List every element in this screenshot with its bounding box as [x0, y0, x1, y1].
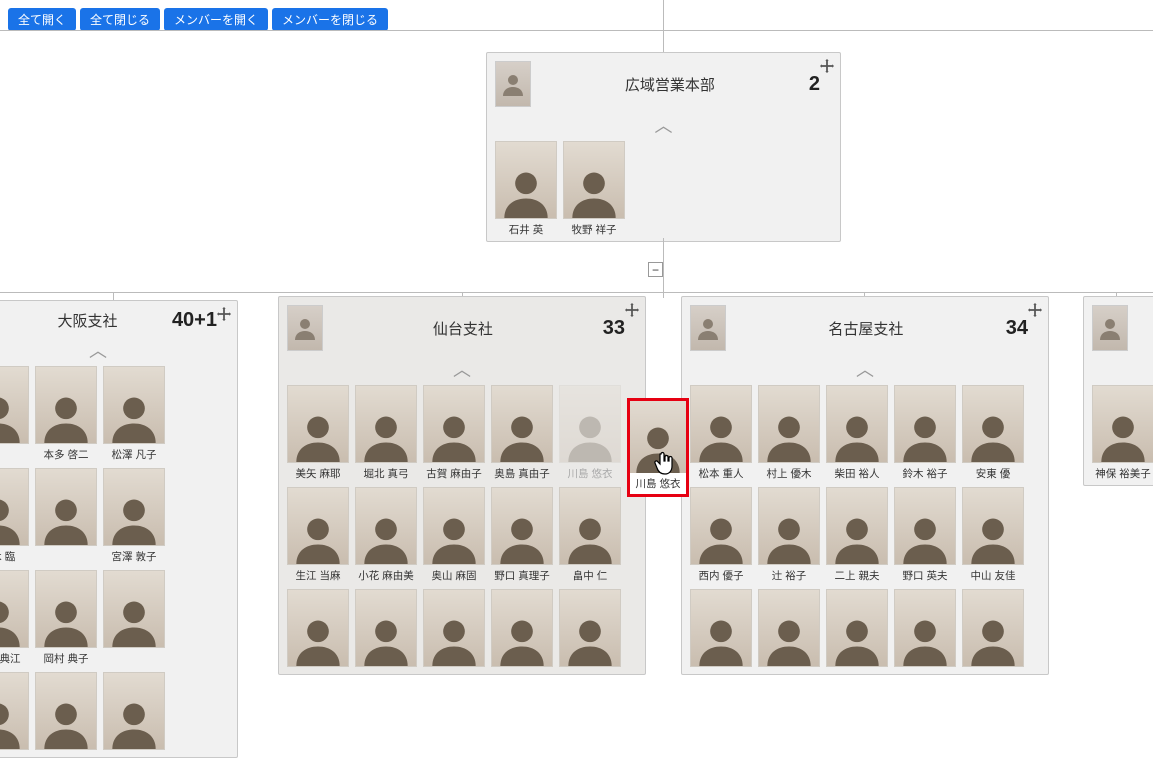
- member-name: 川島 悠衣: [630, 476, 686, 491]
- open-all-button[interactable]: 全て開く: [8, 8, 76, 31]
- member-item[interactable]: 鈴木 裕子: [894, 385, 956, 481]
- member-item[interactable]: 畠中 仁: [559, 487, 621, 583]
- member-item[interactable]: 石井 英: [495, 141, 557, 237]
- member-item[interactable]: 岡村 典子: [35, 570, 97, 666]
- member-item[interactable]: 小花 麻由美: [355, 487, 417, 583]
- org-title: 名古屋支社: [740, 318, 992, 339]
- member-item[interactable]: [0, 672, 29, 753]
- member-item[interactable]: 二上 親夫: [826, 487, 888, 583]
- members-grid: 石井 英 牧野 祥子: [495, 141, 832, 237]
- connector-line: [113, 292, 114, 300]
- collapse-members-icon[interactable]: ︿: [495, 117, 832, 135]
- connector-line: [663, 238, 664, 298]
- member-item[interactable]: [355, 589, 417, 670]
- member-item[interactable]: 辻 裕子: [758, 487, 820, 583]
- member-item[interactable]: 村上 優木: [758, 385, 820, 481]
- leader-photo[interactable]: [1092, 305, 1128, 351]
- member-item[interactable]: 美矢 麻耶: [287, 385, 349, 481]
- org-count: 34: [1006, 317, 1028, 340]
- member-item[interactable]: [962, 589, 1024, 670]
- leader-photo[interactable]: [495, 61, 531, 107]
- member-item[interactable]: [35, 672, 97, 753]
- org-card-osaka[interactable]: 大阪支社 40+1 ︿ 本多 啓二 松澤 凡子 鈴木 臨 宮澤 敦子 細谷 典江…: [0, 300, 238, 758]
- member-name: 牧野 祥子: [563, 222, 625, 237]
- leader-photo[interactable]: [690, 305, 726, 351]
- org-count: 2: [809, 73, 820, 96]
- drag-card[interactable]: 川島 悠衣: [627, 398, 689, 497]
- members-grid: 美矢 麻耶 堀北 真弓 古賀 麻由子 奥島 真由子 川島 悠衣 生江 当麻 小花…: [287, 385, 637, 670]
- member-item[interactable]: 奥山 麻固: [423, 487, 485, 583]
- members-grid: 本多 啓二 松澤 凡子 鈴木 臨 宮澤 敦子 細谷 典江 岡村 典子: [0, 366, 229, 753]
- org-title: 仙台支社: [337, 318, 589, 339]
- member-item[interactable]: 細谷 典江: [0, 570, 29, 666]
- member-item[interactable]: 鈴木 臨: [0, 468, 29, 564]
- member-photo: [630, 401, 686, 473]
- member-name: 石井 英: [495, 222, 557, 237]
- member-item[interactable]: 本多 啓二: [35, 366, 97, 462]
- leader-photo[interactable]: [287, 305, 323, 351]
- member-item[interactable]: 奥島 真由子: [491, 385, 553, 481]
- member-item[interactable]: 宮澤 敦子: [103, 468, 165, 564]
- org-title: 広域営業本部: [545, 74, 795, 95]
- top-divider: [0, 30, 1153, 31]
- org-card-nagoya[interactable]: 名古屋支社 34 ︿ 松本 重人 村上 優木 柴田 裕人 鈴木 裕子 安東 優 …: [681, 296, 1049, 675]
- collapse-members-icon[interactable]: ︿: [690, 361, 1040, 379]
- collapse-members-icon[interactable]: ︿: [1092, 361, 1153, 379]
- org-title: 大阪支社: [17, 310, 158, 331]
- collapse-members-icon[interactable]: ︿: [287, 361, 637, 379]
- member-item[interactable]: 西内 優子: [690, 487, 752, 583]
- collapse-members-icon[interactable]: ︿: [0, 342, 229, 360]
- members-grid: 神保 裕美子 梅原 陽子: [1092, 385, 1153, 481]
- member-item[interactable]: [690, 589, 752, 670]
- org-card-root[interactable]: 広域営業本部 2 ︿ 石井 英 牧野 祥子: [486, 52, 841, 242]
- collapse-toggle[interactable]: −: [648, 262, 663, 277]
- member-item[interactable]: [894, 589, 956, 670]
- member-item[interactable]: 堀北 真弓: [355, 385, 417, 481]
- move-icon[interactable]: [625, 303, 639, 320]
- member-item[interactable]: [559, 589, 621, 670]
- open-members-button[interactable]: メンバーを開く: [164, 8, 268, 31]
- member-item[interactable]: [287, 589, 349, 670]
- org-card-sendai[interactable]: 仙台支社 33 ︿ 美矢 麻耶 堀北 真弓 古賀 麻由子 奥島 真由子 川島 悠…: [278, 296, 646, 675]
- member-item[interactable]: [423, 589, 485, 670]
- member-item[interactable]: [35, 468, 97, 564]
- close-members-button[interactable]: メンバーを閉じる: [272, 8, 388, 31]
- member-item[interactable]: 中山 友佳: [962, 487, 1024, 583]
- member-item[interactable]: 柴田 裕人: [826, 385, 888, 481]
- connector-line: [0, 292, 1153, 293]
- member-item[interactable]: 牧野 祥子: [563, 141, 625, 237]
- member-item[interactable]: 野口 英夫: [894, 487, 956, 583]
- member-item[interactable]: [491, 589, 553, 670]
- member-item[interactable]: 古賀 麻由子: [423, 385, 485, 481]
- connector-line: [663, 0, 664, 52]
- org-count: 40+1: [172, 309, 217, 332]
- move-icon[interactable]: [217, 307, 231, 324]
- members-grid: 松本 重人 村上 優木 柴田 裕人 鈴木 裕子 安東 優 西内 優子 辻 裕子 …: [690, 385, 1040, 670]
- member-item[interactable]: 野口 真理子: [491, 487, 553, 583]
- member-item[interactable]: 神保 裕美子: [1092, 385, 1153, 481]
- member-photo: [563, 141, 625, 219]
- member-item[interactable]: [826, 589, 888, 670]
- member-item-faded[interactable]: 川島 悠衣: [559, 385, 621, 481]
- org-card-rightedge[interactable]: ︿ 神保 裕美子 梅原 陽子: [1083, 296, 1153, 486]
- member-item[interactable]: 生江 当麻: [287, 487, 349, 583]
- member-item[interactable]: 松澤 凡子: [103, 366, 165, 462]
- member-item[interactable]: [103, 672, 165, 753]
- member-item[interactable]: 松本 重人: [690, 385, 752, 481]
- member-item[interactable]: [103, 570, 165, 666]
- member-item[interactable]: [758, 589, 820, 670]
- move-icon[interactable]: [1028, 303, 1042, 320]
- move-icon[interactable]: [820, 59, 834, 76]
- member-item[interactable]: [0, 366, 29, 462]
- toolbar: 全て開く 全て閉じる メンバーを開く メンバーを閉じる: [8, 8, 388, 31]
- close-all-button[interactable]: 全て閉じる: [80, 8, 160, 31]
- member-photo: [495, 141, 557, 219]
- member-item[interactable]: 安東 優: [962, 385, 1024, 481]
- org-count: 33: [603, 317, 625, 340]
